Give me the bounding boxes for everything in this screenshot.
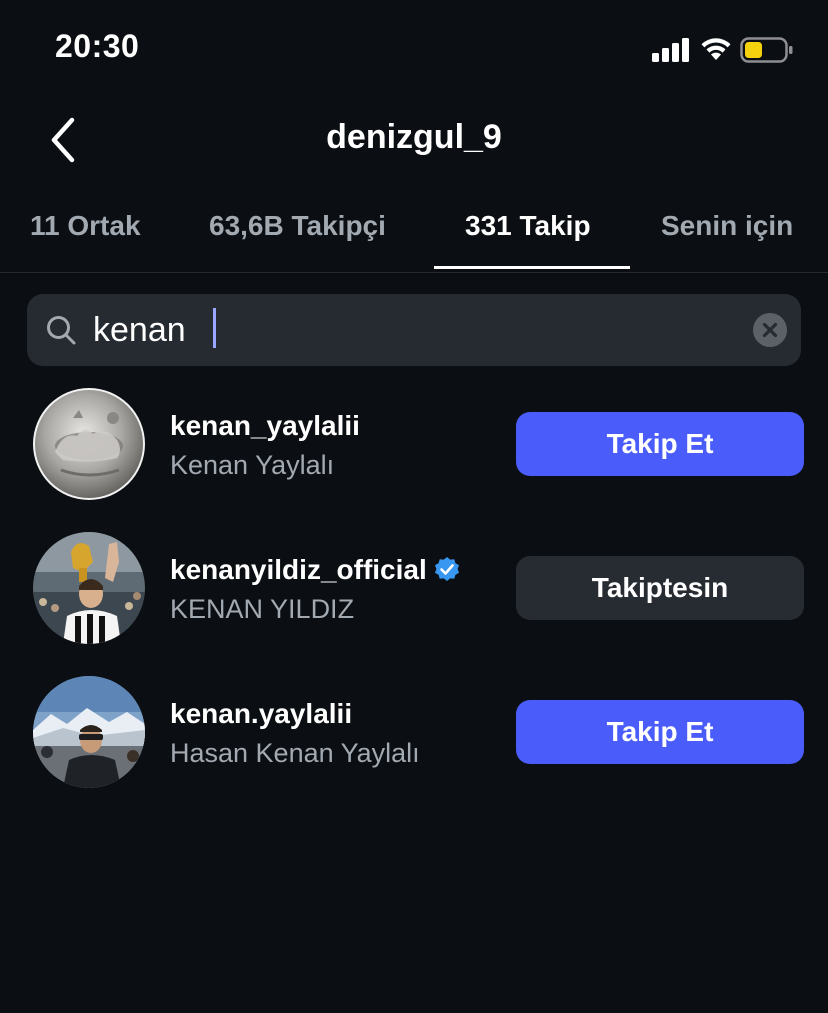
list-item: kenan_yaylalii Kenan Yaylalı Takip Et — [0, 388, 828, 508]
list-item: kenanyildiz_official KENAN YILDIZ Takipt… — [0, 532, 828, 652]
clear-icon[interactable] — [753, 313, 787, 347]
search-input[interactable] — [93, 308, 693, 352]
cellular-signal-icon — [652, 38, 689, 62]
username-text: kenanyildiz_official — [170, 554, 427, 585]
player-avatar-image — [33, 532, 145, 644]
wifi-icon — [701, 38, 731, 60]
username[interactable]: kenan_yaylalii — [170, 410, 360, 442]
following-button[interactable]: Takiptesin — [516, 556, 804, 620]
avatar[interactable] — [33, 676, 145, 788]
tab-following[interactable]: 331 Takip — [465, 210, 591, 242]
full-name: KENAN YILDIZ — [170, 594, 355, 624]
page-title: denizgul_9 — [326, 118, 502, 156]
avatar[interactable] — [33, 388, 145, 500]
search-icon — [47, 316, 76, 345]
follow-button[interactable]: Takip Et — [516, 700, 804, 764]
avatar[interactable] — [33, 532, 145, 644]
battery-icon — [740, 37, 793, 63]
tab-for-you[interactable]: Senin için — [661, 210, 793, 242]
status-bar: 20:30 — [0, 0, 828, 100]
verified-badge-icon — [434, 557, 459, 581]
mountain-avatar-image — [33, 676, 145, 788]
status-time: 20:30 — [55, 28, 140, 64]
text-cursor — [213, 308, 216, 348]
tab-bar: 11 Ortak 63,6B Takipçi 331 Takip Senin i… — [0, 196, 828, 273]
full-name: Hasan Kenan Yaylalı — [170, 738, 420, 768]
follow-button[interactable]: Takip Et — [516, 412, 804, 476]
search-bar[interactable] — [27, 294, 801, 366]
username[interactable]: kenan.yaylalii — [170, 698, 352, 730]
list-item: kenan.yaylalii Hasan Kenan Yaylalı Takip… — [0, 676, 828, 796]
tab-mutual[interactable]: 11 Ortak — [30, 210, 141, 242]
coin-avatar-image — [33, 388, 145, 500]
username[interactable]: kenanyildiz_official — [170, 554, 461, 586]
tab-followers[interactable]: 63,6B Takipçi — [209, 210, 386, 242]
full-name: Kenan Yaylalı — [170, 450, 335, 480]
active-tab-indicator — [434, 266, 630, 269]
